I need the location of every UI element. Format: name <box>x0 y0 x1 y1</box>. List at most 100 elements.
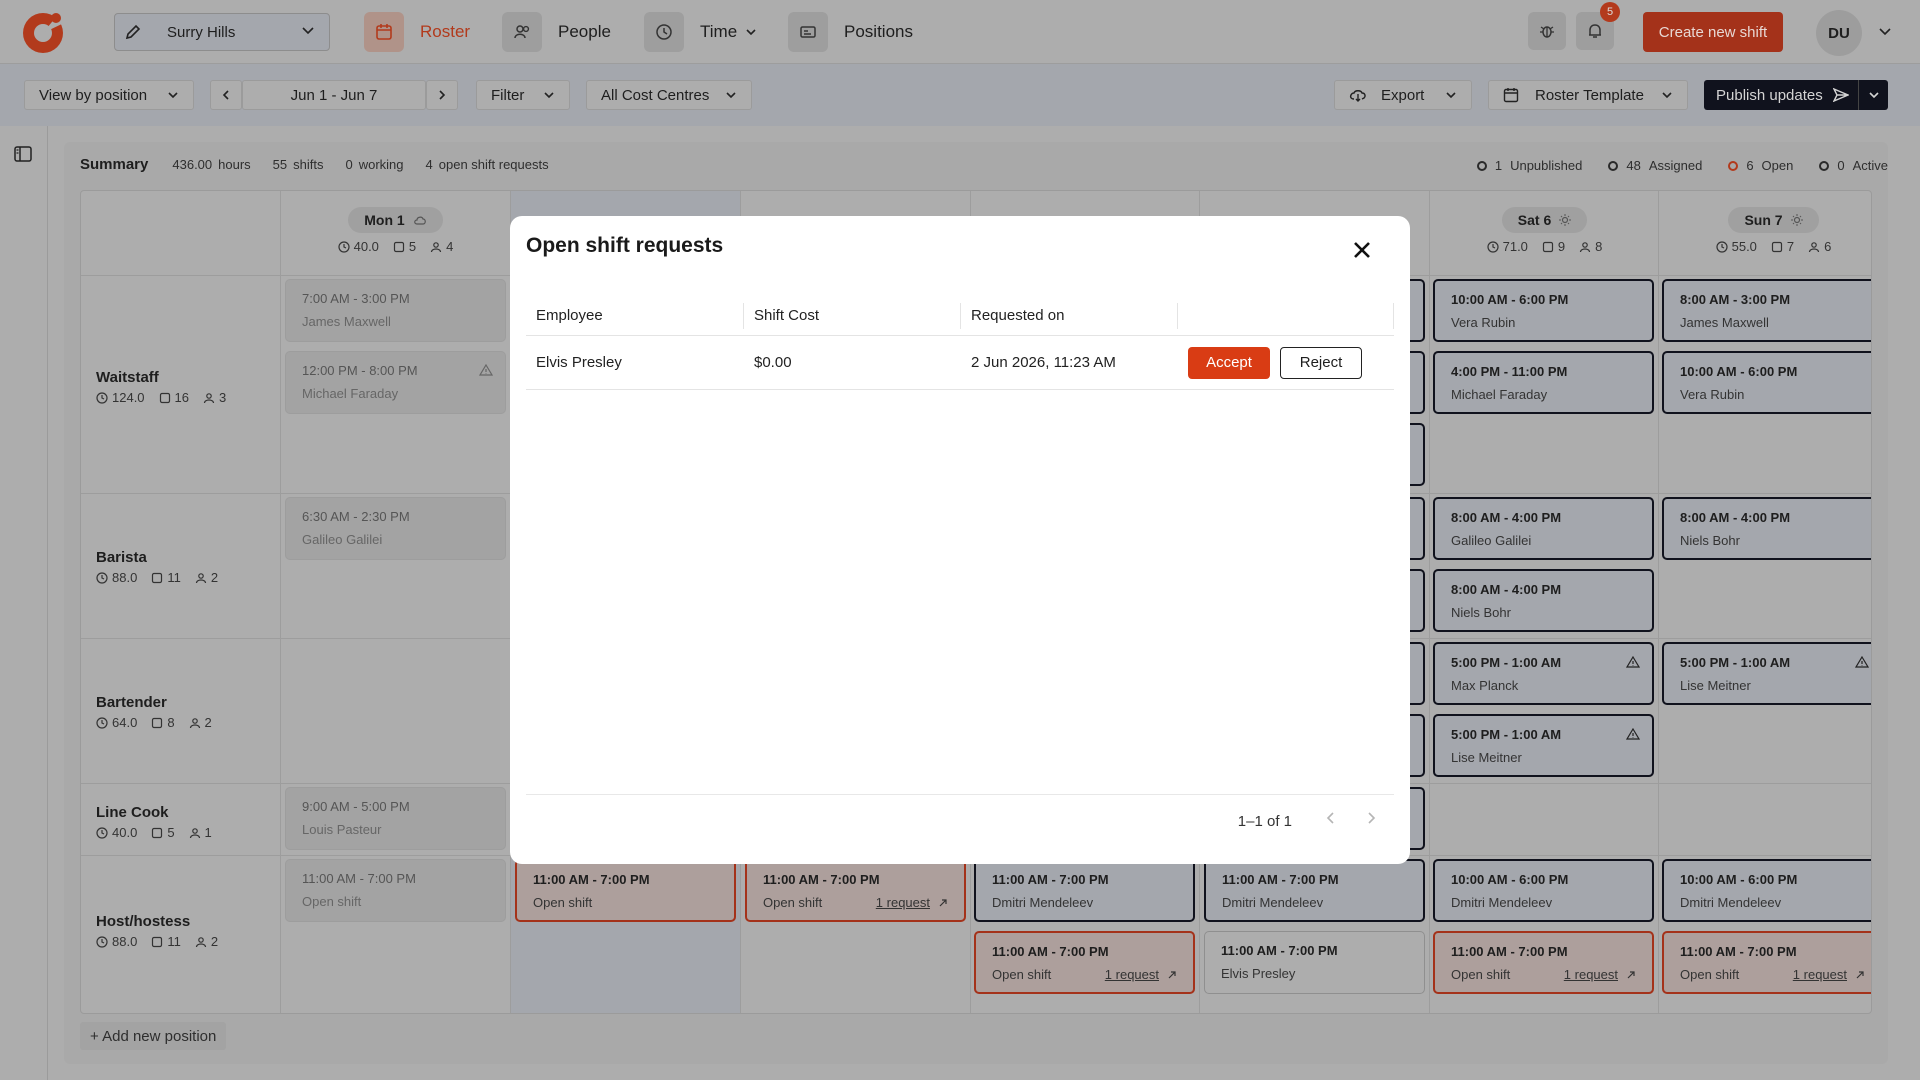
open-shift-card[interactable]: 11:00 AM - 7:00 PM Open shift 1 request <box>1433 931 1654 994</box>
person-icon <box>195 572 206 583</box>
shift-card[interactable]: 11:00 AM - 7:00 PM Dmitri Mendeleev <box>974 859 1195 922</box>
notifications-button[interactable]: 5 <box>1576 2 1620 50</box>
publish-options-button[interactable] <box>1858 80 1888 110</box>
shift-time: 11:00 AM - 7:00 PM <box>1222 872 1339 887</box>
shift-card[interactable]: 12:00 PM - 8:00 PM Michael Faraday <box>285 351 506 414</box>
position-bartender[interactable]: Bartender 64.0 8 2 <box>96 694 226 730</box>
create-shift-button[interactable]: Create new shift <box>1643 12 1783 52</box>
table-header: Employee Shift Cost Requested on <box>526 296 1394 336</box>
date-range[interactable]: Jun 1 - Jun 7 <box>242 80 426 110</box>
position-hours: 88.0 <box>112 934 138 949</box>
prev-week-button[interactable] <box>210 80 242 110</box>
roster-template-button[interactable]: Roster Template <box>1488 80 1688 110</box>
open-shift-card[interactable]: 11:00 AM - 7:00 PM Open shift <box>515 859 736 922</box>
requests-label[interactable]: open shift requests <box>439 157 549 172</box>
position-name: Host/hostess <box>96 913 191 930</box>
shift-card[interactable]: 7:00 AM - 3:00 PM James Maxwell <box>285 279 506 342</box>
shift-card[interactable]: 4:00 PM - 11:00 PM Michael Faraday <box>1433 351 1654 414</box>
bug-report-button[interactable] <box>1528 12 1566 50</box>
nav-roster[interactable]: Roster <box>364 12 470 52</box>
position-host[interactable]: Host/hostess 88.0 11 2 <box>96 913 232 949</box>
bug-icon <box>1540 26 1554 38</box>
shift-request-link[interactable]: 1 request <box>1105 967 1177 982</box>
shift-card[interactable]: 5:00 PM - 1:00 AM Lise Meitner <box>1662 642 1871 705</box>
position-meta: 64.0 8 2 <box>96 715 226 730</box>
close-icon <box>1354 242 1370 258</box>
position-line-cook[interactable]: Line Cook 40.0 5 1 <box>96 804 226 840</box>
day-header-sat[interactable]: Sat 6 71.0 9 8 <box>1430 191 1659 275</box>
publish-updates-button[interactable]: Publish updates <box>1704 80 1888 110</box>
status-ring-icon <box>1608 160 1619 171</box>
assigned-label: Assigned <box>1648 158 1703 173</box>
shift-time: 12:00 PM - 8:00 PM <box>302 363 418 378</box>
day-people: 4 <box>446 239 454 254</box>
shift-card[interactable]: 11:00 AM - 7:00 PM Open shift <box>285 859 506 922</box>
position-barista[interactable]: Barista 88.0 11 2 <box>96 549 232 585</box>
add-position-button[interactable]: + Add new position <box>80 1022 227 1050</box>
shift-employee: Open shift <box>302 894 362 909</box>
shift-card[interactable]: 11:00 AM - 7:00 PM Elvis Presley <box>1204 931 1425 994</box>
position-meta: 124.0 16 3 <box>96 390 240 405</box>
chevron-down-icon <box>544 92 554 99</box>
nav-people[interactable]: People <box>502 12 611 52</box>
chevron-left-icon[interactable] <box>1324 811 1338 825</box>
clock-icon <box>96 935 108 948</box>
shift-card[interactable]: 10:00 AM - 6:00 PM Vera Rubin <box>1662 351 1871 414</box>
sidebar-toggle-icon[interactable] <box>14 146 32 162</box>
shift-request-link[interactable]: 1 request <box>1564 967 1636 982</box>
next-week-button[interactable] <box>426 80 458 110</box>
shift-time: 11:00 AM - 7:00 PM <box>302 871 416 886</box>
shift-card[interactable]: 5:00 PM - 1:00 AM Max Planck <box>1433 642 1654 705</box>
day-header-mon[interactable]: Mon 1 40.0 5 4 <box>281 191 510 275</box>
shift-card[interactable]: 10:00 AM - 6:00 PM Dmitri Mendeleev <box>1433 859 1654 922</box>
close-button[interactable] <box>1346 234 1378 266</box>
shift-card[interactable]: 5:00 PM - 1:00 AM Lise Meitner <box>1433 714 1654 777</box>
open-shift-card[interactable]: 11:00 AM - 7:00 PM Open shift 1 request <box>745 859 966 922</box>
shift-employee: Vera Rubin <box>1451 315 1516 330</box>
shift-request-link[interactable]: 1 request <box>1793 967 1865 982</box>
shift-card[interactable]: 6:30 AM - 2:30 PM Galileo Galilei <box>285 497 506 560</box>
app-logo[interactable] <box>22 8 66 56</box>
shift-card[interactable]: 11:00 AM - 7:00 PM Dmitri Mendeleev <box>1204 859 1425 922</box>
open-shift-card[interactable]: 11:00 AM - 7:00 PM Open shift 1 request <box>1662 931 1871 994</box>
nav-time[interactable]: Time <box>644 12 757 52</box>
position-people: 1 <box>204 825 212 840</box>
clock-icon <box>1716 240 1728 253</box>
chevron-right-icon[interactable] <box>1364 811 1378 825</box>
position-waitstaff[interactable]: Waitstaff 124.0 16 3 <box>96 369 240 405</box>
bell-icon <box>1589 24 1601 38</box>
shift-request-link[interactable]: 1 request <box>876 895 948 910</box>
shift-card[interactable]: 8:00 AM - 3:00 PM James Maxwell <box>1662 279 1871 342</box>
open-shift-card[interactable]: 11:00 AM - 7:00 PM Open shift 1 request <box>974 931 1195 994</box>
reject-button[interactable]: Reject <box>1280 346 1362 379</box>
shift-icon <box>159 392 170 403</box>
shift-card[interactable]: 10:00 AM - 6:00 PM Dmitri Mendeleev <box>1662 859 1871 922</box>
status-ring-icon <box>1819 160 1830 171</box>
shift-time: 9:00 AM - 5:00 PM <box>302 799 410 814</box>
location-select[interactable]: Surry Hills <box>114 13 330 51</box>
requests-value: 4 <box>425 157 433 172</box>
day-hours: 40.0 <box>353 239 379 254</box>
day-header-sun[interactable]: Sun 7 55.0 7 6 <box>1659 191 1871 275</box>
request-count: 1 request <box>1563 967 1618 982</box>
nav-roster-label: Roster <box>420 22 471 41</box>
cost-centres-select[interactable]: All Cost Centres <box>586 80 752 110</box>
position-meta: 40.0 5 1 <box>96 825 226 840</box>
shift-card[interactable]: 8:00 AM - 4:00 PM Galileo Galilei <box>1433 497 1654 560</box>
shift-card[interactable]: 8:00 AM - 4:00 PM Niels Bohr <box>1433 569 1654 632</box>
nav-positions-label: Positions <box>844 22 913 41</box>
shift-card[interactable]: 10:00 AM - 6:00 PM Vera Rubin <box>1433 279 1654 342</box>
unpublished-count: 1 <box>1494 158 1503 173</box>
shift-card[interactable]: 9:00 AM - 5:00 PM Louis Pasteur <box>285 787 506 850</box>
view-by-select[interactable]: View by position <box>24 80 194 110</box>
accept-button[interactable]: Accept <box>1188 346 1270 379</box>
shift-employee: Max Planck <box>1451 678 1519 693</box>
shift-card[interactable]: 8:00 AM - 4:00 PM Niels Bohr <box>1662 497 1871 560</box>
export-button[interactable]: Export <box>1334 80 1472 110</box>
chevron-down-icon[interactable] <box>1878 24 1892 38</box>
top-nav: Surry Hills Roster People Time Positions… <box>0 0 1920 64</box>
shift-time: 10:00 AM - 6:00 PM <box>1680 872 1798 887</box>
nav-positions[interactable]: Positions <box>788 12 913 52</box>
avatar[interactable]: DU <box>1816 10 1862 56</box>
filter-button[interactable]: Filter <box>476 80 570 110</box>
